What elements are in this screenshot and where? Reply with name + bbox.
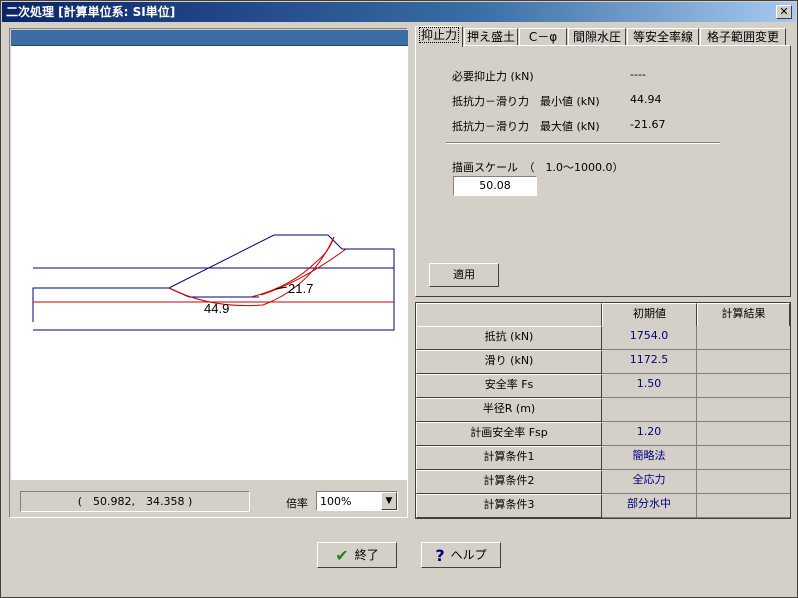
exit-label: 終了 (354, 548, 379, 562)
check-icon: ✔ (335, 545, 349, 565)
max-diff-label: 抵抗力－滑り力 最大値 (kN) (452, 120, 600, 133)
table-row-label: 抵抗 (kN) (416, 326, 602, 350)
table-cell-initial[interactable]: 1.50 (602, 374, 697, 398)
zoom-label: 倍率 (286, 497, 308, 510)
table-cell-result[interactable] (697, 374, 790, 398)
exit-button[interactable]: ✔ 終了 (317, 542, 397, 568)
zoom-select[interactable]: 100% ▼ (316, 491, 398, 511)
table-cell-initial[interactable] (602, 398, 697, 422)
table-cell-initial[interactable]: 簡略法 (602, 446, 697, 470)
min-diff-label: 抵抗力－滑り力 最小値 (kN) (452, 95, 600, 108)
section-drawing: 21.7 44.9 (32, 234, 395, 331)
table-cell-result[interactable] (697, 446, 790, 470)
window-title: 二次処理 [計算単位系: SI単位] (6, 5, 176, 19)
table-header-result: 計算結果 (697, 303, 790, 327)
table-cell-initial[interactable]: 1172.5 (602, 350, 697, 374)
window: 二次処理 [計算単位系: SI単位] ✕ 21.7 44.9 ( 50.982,… (0, 0, 798, 598)
coordinate-readout: ( 50.982, 34.358 ) (20, 491, 250, 512)
tab-counterweight[interactable]: 押え盛土 (464, 28, 518, 46)
table-cell-initial[interactable]: 1754.0 (602, 326, 697, 350)
help-label: ヘルプ (450, 548, 487, 562)
table-cell-result[interactable] (697, 326, 790, 350)
draw-scale-input[interactable]: 50.08 (453, 176, 537, 196)
required-force-value: ---- (630, 68, 646, 81)
table-row-label: 滑り (kN) (416, 350, 602, 374)
table-cell-initial[interactable]: 全応力 (602, 470, 697, 494)
results-table: 初期値 計算結果抵抗 (kN) 1754.0 滑り (kN) 1172.5 安全率 Fs 1… (415, 302, 791, 519)
drawing-panel: 21.7 44.9 ( 50.982, 34.358 ) 倍率 100% ▼ (9, 28, 408, 518)
chevron-down-icon[interactable]: ▼ (381, 492, 397, 510)
table-header-blank (416, 303, 602, 327)
tab-iso-safety[interactable]: 等安全率線 (627, 28, 699, 46)
help-button[interactable]: ? ヘルプ (421, 542, 501, 568)
slip-label-a: 21.7 (288, 281, 313, 296)
table-cell-result[interactable] (697, 422, 790, 446)
table-cell-result[interactable] (697, 494, 790, 518)
required-force-label: 必要抑止力 (kN) (452, 70, 534, 83)
help-icon: ? (435, 545, 445, 565)
table-header-initial: 初期値 (602, 303, 697, 327)
tab-grid-range[interactable]: 格子範囲変更 (700, 28, 786, 46)
tab-pore-pressure[interactable]: 間隙水圧 (568, 28, 626, 46)
table-row-label: 計算条件1 (416, 446, 602, 470)
slip-label-b: 44.9 (204, 301, 229, 316)
separator (446, 142, 720, 144)
title-bar: 二次処理 [計算単位系: SI単位] ✕ (2, 2, 796, 22)
max-diff-value: -21.67 (630, 118, 666, 131)
table-cell-result[interactable] (697, 350, 790, 374)
min-diff-value: 44.94 (630, 93, 662, 106)
table-cell-initial[interactable]: 部分水中 (602, 494, 697, 518)
table-row-label: 半径R (m) (416, 398, 602, 422)
drawing-canvas[interactable]: 21.7 44.9 (11, 30, 408, 480)
apply-button[interactable]: 適用 (429, 263, 499, 287)
zoom-value: 100% (320, 495, 352, 508)
table-cell-result[interactable] (697, 398, 790, 422)
embankment-toe (168, 287, 259, 298)
table-row-label: 計画安全率 Fsp (416, 422, 602, 446)
table-row-label: 計算条件2 (416, 470, 602, 494)
canvas-header-bar (11, 30, 408, 46)
tab-restraint[interactable]: 抑止力 (415, 26, 463, 47)
table-cell-result[interactable] (697, 470, 790, 494)
table-row-label: 計算条件3 (416, 494, 602, 518)
draw-scale-label: 描画スケール （ 1.0～1000.0） (452, 161, 624, 174)
table-cell-initial[interactable]: 1.20 (602, 422, 697, 446)
restraint-panel: 必要抑止力 (kN) ---- 抵抗力－滑り力 最小値 (kN) 44.94 抵… (415, 45, 791, 297)
tab-c-phi[interactable]: C－φ (519, 28, 567, 46)
close-button[interactable]: ✕ (776, 5, 792, 19)
table-row-label: 安全率 Fs (416, 374, 602, 398)
